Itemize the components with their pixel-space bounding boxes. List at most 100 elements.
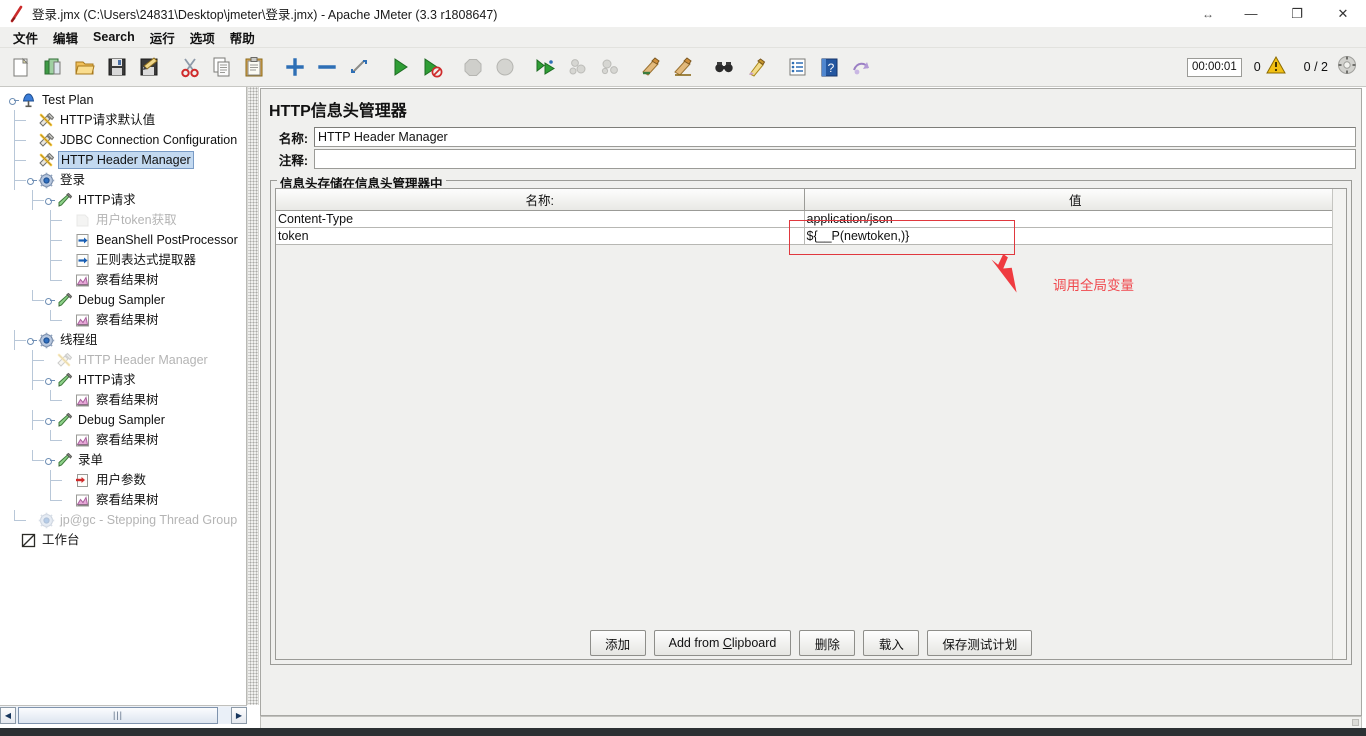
menu-file[interactable]: 文件 xyxy=(6,26,45,49)
tree-node[interactable]: JDBC Connection Configuration xyxy=(0,130,246,150)
tree-expand-handle[interactable] xyxy=(44,377,55,387)
start-no-timers-icon[interactable] xyxy=(417,52,447,82)
save-as-icon[interactable] xyxy=(134,52,164,82)
resize-grip-icon[interactable] xyxy=(1352,719,1359,726)
start-remote-all-icon[interactable] xyxy=(531,52,561,82)
menu-edit[interactable]: 编辑 xyxy=(46,26,85,49)
tree-node[interactable]: 用户token获取 xyxy=(0,210,246,230)
header-value-cell[interactable]: ${__P(newtoken,)} xyxy=(804,227,1346,245)
column-header-value[interactable]: 值 xyxy=(804,189,1346,211)
tree-expand-handle[interactable] xyxy=(44,197,55,207)
tree-expand-handle[interactable] xyxy=(44,457,55,467)
save-test-plan-button[interactable]: 保存测试计划 xyxy=(927,630,1033,656)
delete-button[interactable]: 删除 xyxy=(799,630,856,656)
tree-node[interactable]: Debug Sampler xyxy=(0,290,246,310)
collapse-all-icon[interactable] xyxy=(312,52,342,82)
stop-icon[interactable] xyxy=(458,52,488,82)
clear-all-icon[interactable] xyxy=(668,52,698,82)
tree-node[interactable]: HTTP Header Manager xyxy=(0,150,246,170)
tree-expand-handle[interactable] xyxy=(26,337,37,347)
test-plan-tree-pane[interactable]: Test Plan HTTP请求默认值 JDBC Connection Config… xyxy=(0,87,247,705)
search-reset-icon[interactable] xyxy=(741,52,771,82)
tree-node[interactable]: 察看结果树 xyxy=(0,390,246,410)
undo-redo-icon[interactable] xyxy=(846,52,876,82)
stop-remote-all-icon[interactable] xyxy=(563,52,593,82)
os-taskbar xyxy=(0,728,1366,736)
cut-icon[interactable] xyxy=(175,52,205,82)
table-vertical-scrollbar[interactable] xyxy=(1332,189,1346,659)
function-helper-icon[interactable] xyxy=(782,52,812,82)
table-row[interactable]: token ${__P(newtoken,)} xyxy=(276,227,1346,245)
tree-horizontal-scrollbar[interactable]: ◀ ||| ▶ xyxy=(0,705,247,724)
table-row[interactable]: Content-Type application/json xyxy=(276,210,1346,228)
minimize-button[interactable]: — xyxy=(1228,0,1274,27)
tree-node[interactable]: 察看结果树 xyxy=(0,270,246,290)
copy-icon[interactable] xyxy=(207,52,237,82)
tree-node[interactable]: jp@gc - Stepping Thread Group xyxy=(0,510,246,530)
menu-options[interactable]: 选项 xyxy=(183,26,222,49)
tree-node[interactable]: 登录 xyxy=(0,170,246,190)
headers-table[interactable]: 名称: 值 Content-Type application/json token $… xyxy=(276,189,1346,245)
new-icon[interactable] xyxy=(6,52,36,82)
pane-splitter[interactable] xyxy=(247,87,259,705)
warning-triangle-icon[interactable] xyxy=(1265,55,1286,80)
shutdown-remote-all-icon[interactable] xyxy=(595,52,625,82)
column-header-name[interactable]: 名称: xyxy=(276,189,805,211)
tree-node[interactable]: HTTP请求 xyxy=(0,370,246,390)
tree-expand-handle[interactable] xyxy=(8,97,19,107)
tree-node[interactable]: Debug Sampler xyxy=(0,410,246,430)
tree-scroll-track[interactable]: ||| xyxy=(16,706,231,724)
tree-node[interactable]: 录单 xyxy=(0,450,246,470)
templates-icon[interactable] xyxy=(38,52,68,82)
open-icon[interactable] xyxy=(70,52,100,82)
menu-search[interactable]: Search xyxy=(86,28,142,46)
tree-expand-handle[interactable] xyxy=(26,177,37,187)
test-plan-tree[interactable]: Test Plan HTTP请求默认值 JDBC Connection Config… xyxy=(0,87,246,550)
toggle-icon[interactable] xyxy=(344,52,374,82)
tree-connector xyxy=(50,440,62,441)
tree-node[interactable]: 察看结果树 xyxy=(0,310,246,330)
start-icon[interactable] xyxy=(385,52,415,82)
tree-node[interactable]: 工作台 xyxy=(0,530,246,550)
remote-engines-icon[interactable] xyxy=(1336,54,1358,81)
headers-table-wrap[interactable]: 名称: 值 Content-Type application/json token $… xyxy=(275,188,1347,660)
maximize-button[interactable]: ❐ xyxy=(1274,0,1320,27)
resize-icon[interactable]: ↔ xyxy=(1188,0,1228,27)
scroll-right-icon[interactable]: ▶ xyxy=(231,706,247,724)
menu-run[interactable]: 运行 xyxy=(143,26,182,49)
expand-all-icon[interactable] xyxy=(280,52,310,82)
tree-node[interactable]: HTTP请求默认值 xyxy=(0,110,246,130)
add-from-clipboard-button[interactable]: Add from Clipboard xyxy=(653,630,792,656)
header-value-cell[interactable]: application/json xyxy=(804,210,1346,228)
tree-node[interactable]: BeanShell PostProcessor xyxy=(0,230,246,250)
save-icon[interactable] xyxy=(102,52,132,82)
tree-expand-handle[interactable] xyxy=(44,297,55,307)
add-button[interactable]: 添加 xyxy=(589,630,646,656)
clear-icon[interactable] xyxy=(636,52,666,82)
menu-help[interactable]: 帮助 xyxy=(223,26,262,49)
tree-node[interactable]: 察看结果树 xyxy=(0,490,246,510)
tree-connector xyxy=(14,150,15,170)
tree-node[interactable]: 用户参数 xyxy=(0,470,246,490)
comment-input[interactable] xyxy=(314,149,1356,169)
name-input[interactable]: HTTP Header Manager xyxy=(314,127,1356,147)
tree-node[interactable]: HTTP Header Manager xyxy=(0,350,246,370)
tree-node[interactable]: 正则表达式提取器 xyxy=(0,250,246,270)
search-icon[interactable] xyxy=(709,52,739,82)
load-button[interactable]: 载入 xyxy=(863,630,920,656)
tree-node[interactable]: 察看结果树 xyxy=(0,430,246,450)
tree-node-label: 登录 xyxy=(60,173,86,187)
shutdown-icon[interactable] xyxy=(490,52,520,82)
header-name-cell[interactable]: token xyxy=(276,227,805,245)
scroll-left-icon[interactable]: ◀ xyxy=(0,706,16,724)
header-name-cell[interactable]: Content-Type xyxy=(276,210,805,228)
tree-connector xyxy=(14,140,26,141)
close-button[interactable]: ✕ xyxy=(1320,0,1366,27)
help-icon[interactable]: ? xyxy=(814,52,844,82)
tree-node[interactable]: Test Plan xyxy=(0,90,246,110)
tree-scroll-thumb[interactable]: ||| xyxy=(18,706,218,724)
tree-node[interactable]: 线程组 xyxy=(0,330,246,350)
paste-icon[interactable] xyxy=(239,52,269,82)
tree-node[interactable]: HTTP请求 xyxy=(0,190,246,210)
tree-expand-handle[interactable] xyxy=(44,417,55,427)
